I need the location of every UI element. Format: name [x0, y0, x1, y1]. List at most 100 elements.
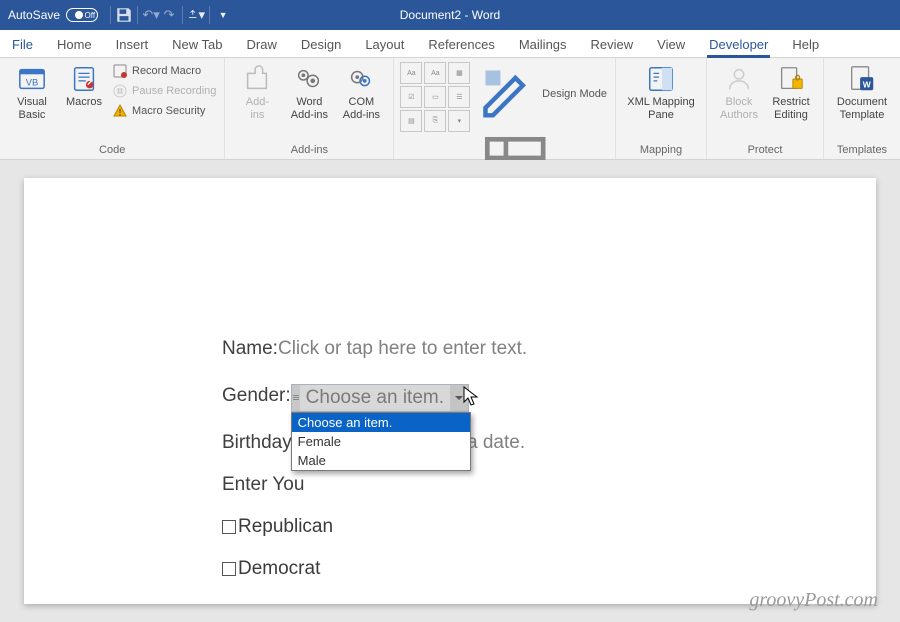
design-mode-button[interactable]: Design Mode: [476, 62, 609, 127]
tab-file[interactable]: File: [0, 32, 45, 57]
form-line-vote-1: Republican: [222, 516, 876, 538]
group-addins: Add- ins Word Add-ins COM Add-ins Add-in…: [225, 58, 394, 159]
group-label: Protect: [707, 143, 823, 159]
combo-control-icon[interactable]: ▭: [424, 86, 446, 108]
document-template-icon: W: [847, 64, 877, 94]
label: Word Add-ins: [291, 96, 328, 121]
restrict-editing-icon: [776, 64, 806, 94]
tab-review[interactable]: Review: [579, 32, 646, 57]
group-controls: Aa Aa ▦ ☑ ▭ ☰ ▤ ⎘ ▾ Design Mode Properti…: [394, 58, 616, 159]
gender-dropdown-list: Choose an item. Female Male: [291, 412, 471, 471]
dropdown-control-icon[interactable]: ☰: [448, 86, 470, 108]
group-mapping: XML Mapping Pane Mapping: [616, 58, 707, 159]
vote-option-2: Democrat: [238, 558, 320, 580]
com-addins-icon: [346, 64, 376, 94]
document-template-button[interactable]: W Document Template: [830, 62, 894, 121]
tab-developer[interactable]: Developer: [697, 32, 780, 57]
label: Visual Basic: [17, 96, 47, 121]
tab-references[interactable]: References: [416, 32, 506, 57]
checkbox-republican[interactable]: [222, 520, 236, 534]
macros-button[interactable]: Macros: [58, 62, 110, 109]
date-control-icon[interactable]: ▤: [400, 110, 422, 132]
form-line-vote-label: Enter You: [222, 474, 876, 496]
tab-help[interactable]: Help: [780, 32, 831, 57]
record-icon: [112, 63, 128, 79]
gender-option-male[interactable]: Male: [292, 451, 470, 470]
gender-label: Gender:: [222, 385, 291, 407]
label: COM Add-ins: [343, 96, 380, 121]
tab-insert[interactable]: Insert: [104, 32, 161, 57]
watermark: groovyPost.com: [749, 589, 878, 612]
visual-basic-button[interactable]: VB Visual Basic: [6, 62, 58, 121]
ribbon-tabs: File Home Insert New Tab Draw Design Lay…: [0, 30, 900, 58]
repeat-control-icon[interactable]: ⎘: [424, 110, 446, 132]
gender-option-female[interactable]: Female: [292, 432, 470, 451]
rich-text-control-icon[interactable]: Aa: [400, 62, 422, 84]
word-addins-icon: [294, 64, 324, 94]
redo-icon[interactable]: ↷: [160, 0, 178, 30]
name-placeholder[interactable]: Click or tap here to enter text.: [278, 338, 527, 360]
page[interactable]: Name: Click or tap here to enter text. G…: [24, 178, 876, 604]
xml-mapping-button[interactable]: XML Mapping Pane: [622, 62, 700, 121]
separator: [110, 6, 111, 24]
com-addins-button[interactable]: COM Add-ins: [335, 62, 387, 121]
autosave-switch: Off: [66, 8, 98, 22]
label: XML Mapping Pane: [627, 96, 694, 121]
label: Restrict Editing: [772, 96, 809, 121]
tab-design[interactable]: Design: [289, 32, 353, 57]
save-icon[interactable]: [115, 0, 133, 30]
title-bar: AutoSave Off ↶▾ ↷ ▾ ▼ Document2 - Word: [0, 0, 900, 30]
form-line-vote-2: Democrat: [222, 558, 876, 580]
checkbox-democrat[interactable]: [222, 562, 236, 576]
record-macro-button[interactable]: Record Macro: [110, 62, 218, 80]
legacy-control-icon[interactable]: ▾: [448, 110, 470, 132]
tab-view[interactable]: View: [645, 32, 697, 57]
macro-security-button[interactable]: Macro Security: [110, 102, 218, 120]
addins-icon: [242, 64, 272, 94]
addins-button[interactable]: Add- ins: [231, 62, 283, 121]
pause-recording-button: Pause Recording: [110, 82, 218, 100]
ribbon: VB Visual Basic Macros Record Macro Paus…: [0, 58, 900, 160]
tab-mailings[interactable]: Mailings: [507, 32, 579, 57]
restrict-editing-button[interactable]: Restrict Editing: [765, 62, 817, 121]
group-code: VB Visual Basic Macros Record Macro Paus…: [0, 58, 225, 159]
separator: [182, 6, 183, 24]
picture-control-icon[interactable]: ▦: [448, 62, 470, 84]
autosave-toggle[interactable]: AutoSave Off: [0, 8, 106, 22]
group-label: Mapping: [616, 143, 706, 159]
block-authors-icon: [724, 64, 754, 94]
gender-option-placeholder[interactable]: Choose an item.: [292, 413, 470, 432]
checkbox-control-icon[interactable]: ☑: [400, 86, 422, 108]
word-addins-button[interactable]: Word Add-ins: [283, 62, 335, 121]
plain-text-control-icon[interactable]: Aa: [424, 62, 446, 84]
form-line-name: Name: Click or tap here to enter text.: [222, 338, 876, 360]
group-label: Add-ins: [225, 143, 393, 159]
vote-label: Enter You: [222, 474, 304, 496]
document-title: Document2 - Word: [0, 8, 900, 22]
svg-text:W: W: [863, 79, 871, 89]
separator: [137, 6, 138, 24]
touch-mode-icon[interactable]: ▾: [187, 0, 205, 30]
drag-handle-icon[interactable]: [292, 385, 300, 411]
undo-icon[interactable]: ↶▾: [142, 0, 160, 30]
chevron-down-icon[interactable]: [450, 385, 468, 411]
gender-dropdown[interactable]: Choose an item.: [291, 384, 469, 412]
block-authors-button: Block Authors: [713, 62, 765, 121]
name-label: Name:: [222, 338, 278, 360]
gender-selected: Choose an item.: [300, 385, 450, 411]
svg-text:VB: VB: [26, 78, 39, 88]
controls-gallery[interactable]: Aa Aa ▦ ☑ ▭ ☰ ▤ ⎘ ▾: [400, 62, 470, 132]
xml-mapping-icon: [646, 64, 676, 94]
form-line-gender: Gender: Choose an item. Choose an item. …: [222, 380, 876, 412]
separator: [209, 6, 210, 24]
customize-qat-icon[interactable]: ▼: [214, 0, 232, 30]
label: Document Template: [837, 96, 887, 121]
tab-newtab[interactable]: New Tab: [160, 32, 234, 57]
label: Add- ins: [246, 96, 269, 121]
tab-layout[interactable]: Layout: [353, 32, 416, 57]
tab-home[interactable]: Home: [45, 32, 104, 57]
warning-icon: [112, 103, 128, 119]
group-label: Code: [0, 143, 224, 159]
tab-draw[interactable]: Draw: [235, 32, 289, 57]
design-mode-icon: [478, 63, 538, 126]
